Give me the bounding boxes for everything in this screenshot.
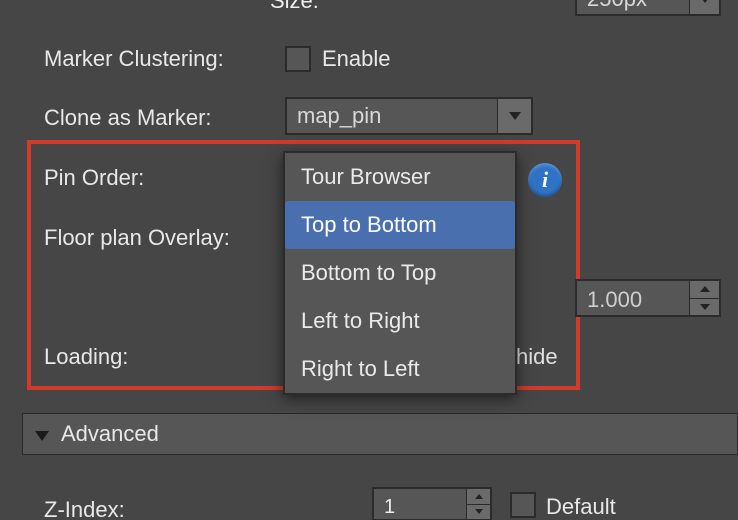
advanced-section-header[interactable]: Advanced xyxy=(22,413,738,455)
z-index-stepper[interactable]: 1 xyxy=(372,487,492,520)
chevron-down-icon[interactable] xyxy=(467,504,490,520)
marker-clustering-label: Marker Clustering: xyxy=(44,46,224,72)
chevron-down-icon[interactable] xyxy=(689,0,719,14)
clone-as-marker-value: map_pin xyxy=(287,101,497,131)
chevron-down-icon[interactable] xyxy=(690,298,719,316)
pin-order-option-top-to-bottom[interactable]: Top to Bottom xyxy=(285,201,515,249)
pin-order-option-left-to-right[interactable]: Left to Right xyxy=(285,297,515,345)
enable-label: Enable xyxy=(322,46,391,72)
triangle-down-icon xyxy=(35,421,49,447)
default-label: Default xyxy=(546,494,616,520)
advanced-label: Advanced xyxy=(61,421,159,447)
enable-checkbox[interactable] xyxy=(285,46,311,72)
size-label: Size: xyxy=(270,0,319,14)
size-value: 250px xyxy=(577,0,689,14)
chevron-up-icon[interactable] xyxy=(690,281,719,298)
pin-order-option-right-to-left[interactable]: Right to Left xyxy=(285,345,515,393)
default-checkbox[interactable] xyxy=(510,492,536,518)
pin-order-dropdown[interactable]: Tour Browser Top to Bottom Bottom to Top… xyxy=(283,151,517,395)
chevron-up-icon[interactable] xyxy=(467,489,490,504)
z-index-value: 1 xyxy=(374,489,466,519)
floor-plan-overlay-label: Floor plan Overlay: xyxy=(44,225,230,251)
z-index-spinner[interactable] xyxy=(466,489,490,519)
opacity-spinner[interactable] xyxy=(689,281,719,315)
settings-panel: Size: 250px Marker Clustering: Enable Cl… xyxy=(0,0,738,520)
opacity-value: 1.000 xyxy=(577,281,689,315)
pin-order-option-bottom-to-top[interactable]: Bottom to Top xyxy=(285,249,515,297)
clone-as-marker-label: Clone as Marker: xyxy=(44,105,212,131)
opacity-stepper[interactable]: 1.000 xyxy=(575,279,721,317)
pin-order-option-tour-browser[interactable]: Tour Browser xyxy=(285,153,515,201)
chevron-down-icon[interactable] xyxy=(497,99,531,133)
size-select[interactable]: 250px xyxy=(575,0,721,16)
loading-hide-text: hide xyxy=(516,344,558,370)
z-index-label: Z-Index: xyxy=(44,497,125,520)
loading-label: Loading: xyxy=(44,344,128,370)
clone-as-marker-select[interactable]: map_pin xyxy=(285,97,533,135)
pin-order-label: Pin Order: xyxy=(44,165,144,191)
info-icon[interactable]: i xyxy=(528,163,562,197)
